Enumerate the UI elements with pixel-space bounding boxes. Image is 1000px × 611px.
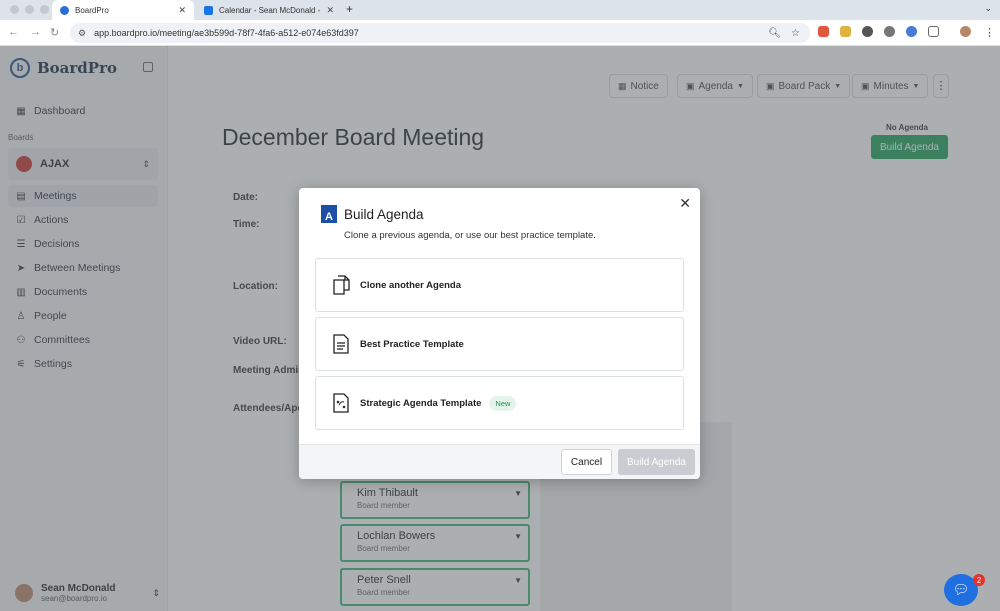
extension-icon[interactable]: [884, 26, 895, 37]
zoom-icon[interactable]: 🔍︎: [768, 28, 781, 39]
site-info-icon[interactable]: ⚙: [78, 28, 86, 39]
modal-subtitle: Clone a previous agenda, or use our best…: [344, 230, 596, 241]
boardpro-favicon-icon: [60, 5, 69, 15]
new-badge: New: [489, 395, 517, 411]
back-icon[interactable]: ←: [8, 26, 19, 38]
option-label: Strategic Agenda Template: [360, 397, 482, 409]
document-lines-icon: [333, 334, 349, 354]
extension-icon[interactable]: [862, 26, 873, 37]
modal-title: Build Agenda: [344, 207, 424, 222]
forward-icon[interactable]: →: [30, 26, 41, 38]
clone-document-icon: [333, 275, 350, 295]
calendar-favicon-icon: [204, 5, 213, 15]
profile-avatar-icon[interactable]: [960, 26, 971, 37]
option-label: Clone another Agenda: [360, 279, 461, 291]
window-controls[interactable]: [10, 5, 49, 14]
close-tab-icon[interactable]: ✕: [178, 5, 186, 16]
url-text: app.boardpro.io/meeting/ae3b599d-78f7-4f…: [94, 28, 359, 38]
extension-icon[interactable]: [840, 26, 851, 37]
chat-notification-badge: 2: [973, 574, 985, 586]
browser-menu-icon[interactable]: ⋮: [984, 26, 995, 39]
option-label: Best Practice Template: [360, 338, 464, 350]
close-icon[interactable]: ✕: [679, 195, 691, 212]
new-tab-icon[interactable]: +: [346, 2, 353, 16]
address-bar-row: ← → ↻ ⚙ app.boardpro.io/meeting/ae3b599d…: [0, 20, 1000, 46]
cancel-button[interactable]: Cancel: [561, 449, 612, 475]
tab-search-chevron-icon[interactable]: ⌄: [984, 3, 992, 14]
reload-icon[interactable]: ↻: [50, 26, 59, 39]
build-agenda-modal: ✕ A Build Agenda Clone a previous agenda…: [299, 188, 700, 479]
browser-tab-bar: BoardPro ✕ Calendar - Sean McDonald - ✕ …: [0, 0, 1000, 20]
extension-icon[interactable]: [818, 26, 829, 37]
agenda-logo-icon: A: [321, 205, 337, 223]
modal-footer: Cancel Build Agenda: [299, 444, 700, 479]
tab-title: BoardPro: [75, 5, 109, 15]
tab-calendar[interactable]: Calendar - Sean McDonald - ✕: [196, 0, 342, 20]
tab-title: Calendar - Sean McDonald -: [219, 5, 321, 15]
best-practice-option[interactable]: Best Practice Template: [315, 317, 684, 371]
clone-agenda-option[interactable]: Clone another Agenda: [315, 258, 684, 312]
url-bar[interactable]: ⚙ app.boardpro.io/meeting/ae3b599d-78f7-…: [70, 23, 810, 43]
tab-boardpro[interactable]: BoardPro ✕: [52, 0, 194, 20]
strategy-document-icon: [333, 393, 349, 413]
strategic-agenda-option[interactable]: Strategic Agenda Template New: [315, 376, 684, 430]
extension-icon[interactable]: [906, 26, 917, 37]
build-agenda-confirm-button[interactable]: Build Agenda: [618, 449, 695, 475]
bookmark-star-icon[interactable]: ☆: [791, 28, 800, 39]
close-tab-icon[interactable]: ✕: [326, 5, 334, 16]
extensions-puzzle-icon[interactable]: [928, 26, 939, 37]
